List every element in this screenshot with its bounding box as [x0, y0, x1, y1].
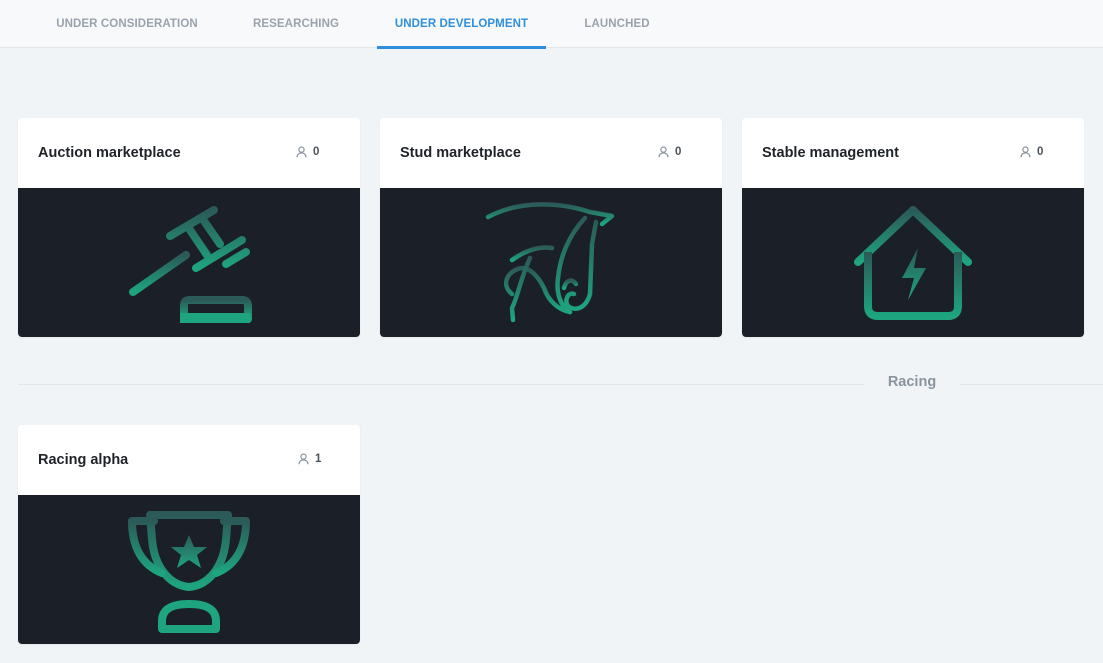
vote-count: 1 — [315, 453, 322, 465]
tab-under-development[interactable]: UNDER DEVELOPMENT — [377, 0, 546, 49]
gavel-icon — [129, 206, 252, 323]
user-icon — [658, 146, 669, 158]
horse-head-icon — [485, 202, 615, 323]
card-image — [380, 188, 722, 337]
vote-counter[interactable]: 1 — [298, 453, 321, 465]
user-icon — [298, 453, 309, 465]
vote-count: 0 — [675, 146, 682, 158]
card-image — [18, 495, 360, 644]
feature-card-auction-marketplace[interactable]: Auction marketplace 0 — [18, 118, 360, 337]
feature-card-stud-marketplace[interactable]: Stud marketplace 0 — [380, 118, 722, 337]
trophy-star-icon — [128, 511, 250, 633]
section-divider-line — [18, 384, 864, 385]
vote-counter[interactable]: 0 — [1020, 146, 1043, 158]
card-header: Stud marketplace 0 — [380, 118, 722, 188]
vote-counter[interactable]: 0 — [658, 146, 681, 158]
card-header: Stable management 0 — [742, 118, 1084, 188]
vote-counter[interactable]: 0 — [296, 146, 319, 158]
vote-count: 0 — [1037, 146, 1044, 158]
tab-launched[interactable]: LAUNCHED — [566, 0, 668, 48]
tab-under-consideration[interactable]: UNDER CONSIDERATION — [38, 0, 216, 48]
section-title-racing: Racing — [887, 374, 937, 390]
card-header: Auction marketplace 0 — [18, 118, 360, 188]
card-image — [742, 188, 1084, 337]
user-icon — [1020, 146, 1031, 158]
feature-card-stable-management[interactable]: Stable management 0 — [742, 118, 1084, 337]
feature-card-racing-alpha[interactable]: Racing alpha 1 — [18, 425, 360, 644]
vote-count: 0 — [313, 146, 320, 158]
card-title: Stable management — [762, 145, 899, 161]
card-image — [18, 188, 360, 337]
card-title: Racing alpha — [38, 452, 129, 468]
card-title: Auction marketplace — [38, 145, 181, 161]
card-header: Racing alpha 1 — [18, 425, 360, 495]
status-tab-bar: UNDER CONSIDERATION RESEARCHING UNDER DE… — [0, 0, 1103, 49]
card-title: Stud marketplace — [400, 145, 521, 161]
section-divider-line — [960, 384, 1103, 385]
house-bolt-icon — [854, 206, 972, 320]
tab-researching[interactable]: RESEARCHING — [236, 0, 356, 48]
user-icon — [296, 146, 307, 158]
